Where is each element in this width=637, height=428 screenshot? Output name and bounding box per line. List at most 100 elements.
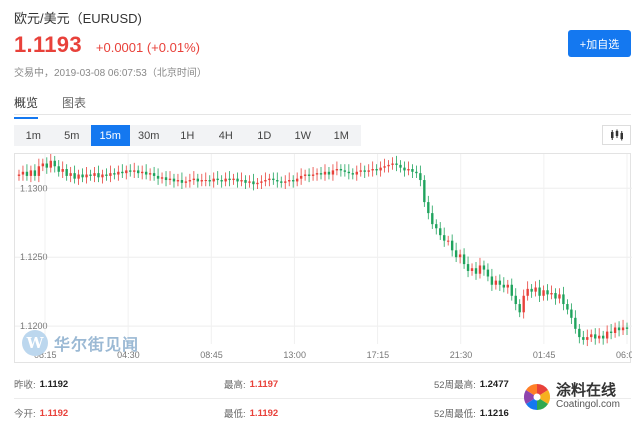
candle-body xyxy=(554,293,557,299)
candle-body xyxy=(216,178,219,181)
candle-body xyxy=(534,287,537,292)
add-watchlist-button[interactable]: +加自选 xyxy=(568,30,631,57)
candle-body xyxy=(391,163,394,165)
candle-body xyxy=(458,254,462,258)
candle-body xyxy=(232,178,235,181)
candle-body xyxy=(17,174,21,176)
candle-body xyxy=(180,180,184,183)
candle-body xyxy=(49,160,52,168)
candle-body xyxy=(617,327,621,331)
candle-body xyxy=(347,171,351,174)
candle-body xyxy=(423,180,426,203)
tab-chart[interactable]: 图表 xyxy=(62,94,86,119)
candle-body xyxy=(470,268,474,271)
candle-body xyxy=(148,173,152,175)
stat-label: 最高: xyxy=(224,380,246,391)
chart-type-button[interactable] xyxy=(602,125,631,145)
candle-body xyxy=(288,180,291,182)
candle-body xyxy=(97,173,100,178)
candle-body xyxy=(121,171,124,174)
candle-body xyxy=(609,331,613,333)
candle-body xyxy=(395,163,398,165)
period-selector: 1m 5m 15m 30m 1H 4H 1D 1W 1M xyxy=(14,125,361,146)
candle-body xyxy=(582,337,585,340)
candle-body xyxy=(200,180,203,182)
candle-body xyxy=(605,331,609,339)
candle-body xyxy=(311,174,315,176)
period-1h[interactable]: 1H xyxy=(168,125,207,146)
candle-body xyxy=(184,181,188,183)
candle-body xyxy=(586,337,589,340)
tab-overview[interactable]: 概览 xyxy=(14,94,39,119)
candle-body xyxy=(486,269,490,277)
candle-body xyxy=(590,334,593,338)
candle-body xyxy=(474,268,478,274)
candle-body xyxy=(25,171,29,176)
candle-body xyxy=(462,254,466,265)
candle-body xyxy=(129,170,132,172)
candle-body xyxy=(45,163,48,168)
candle-body xyxy=(327,171,331,175)
stat-label: 今开: xyxy=(14,409,36,420)
stat-label: 昨收: xyxy=(14,380,36,391)
candle-body xyxy=(494,280,498,285)
period-1d[interactable]: 1D xyxy=(245,125,284,146)
candle-body xyxy=(431,213,434,225)
candle-body xyxy=(69,173,72,176)
candle-body xyxy=(506,284,509,288)
candle-body xyxy=(379,167,382,171)
watermark: W 华尔街见闻 xyxy=(22,330,139,356)
candle-body xyxy=(522,295,525,313)
candle-body xyxy=(156,175,160,179)
candle-body xyxy=(323,171,327,175)
candle-body xyxy=(140,171,144,174)
period-15m[interactable]: 15m xyxy=(91,125,130,146)
candle-body xyxy=(343,170,347,172)
candle-body xyxy=(248,181,251,183)
period-1mo[interactable]: 1M xyxy=(322,125,361,146)
candle-body xyxy=(117,171,120,175)
period-4h[interactable]: 4H xyxy=(207,125,246,146)
candle-body xyxy=(208,180,211,182)
stat-label: 52周最高: xyxy=(434,380,476,391)
candle-body xyxy=(204,180,207,182)
x-tick-label: 21:30 xyxy=(450,350,473,360)
candle-body xyxy=(256,182,259,185)
candle-body xyxy=(514,295,517,305)
candle-body xyxy=(188,180,192,182)
candle-body xyxy=(443,235,446,241)
period-1w[interactable]: 1W xyxy=(284,125,323,146)
candle-body xyxy=(542,290,545,296)
price-row: 1.1193 +0.0001 (+0.01%) xyxy=(14,32,200,58)
candle-body xyxy=(268,178,271,181)
period-1m[interactable]: 1m xyxy=(14,125,53,146)
candle-body xyxy=(168,178,172,181)
candle-body xyxy=(252,181,255,185)
stat-high: 最高: 1.1197 xyxy=(224,377,434,392)
stat-value: 1.1192 xyxy=(39,378,69,390)
x-tick-label: 01:45 xyxy=(533,350,556,360)
candle-body xyxy=(144,171,148,175)
stat-value: 1.1192 xyxy=(249,407,279,419)
stat-value: 1.1216 xyxy=(479,407,509,419)
pinwheel-logo-icon xyxy=(523,383,551,411)
candle-body xyxy=(299,175,303,179)
candle-body xyxy=(518,304,521,313)
candle-body xyxy=(355,171,358,175)
stat-label: 52周最低: xyxy=(434,409,476,420)
candle-body xyxy=(260,181,263,183)
candle-body xyxy=(137,170,140,174)
period-5m[interactable]: 5m xyxy=(53,125,92,146)
site-logo: 涂料在线 Coatingol.com xyxy=(522,382,620,412)
candle-body xyxy=(403,167,406,171)
candle-body xyxy=(478,265,482,274)
candle-body xyxy=(164,177,168,181)
candle-body xyxy=(284,181,287,183)
y-tick-label: 1.1300 xyxy=(20,183,48,193)
candle-body xyxy=(192,178,196,181)
candle-body xyxy=(133,170,136,172)
candle-body xyxy=(109,173,112,176)
candle-body xyxy=(351,173,354,175)
period-30m[interactable]: 30m xyxy=(130,125,169,146)
candle-body xyxy=(319,173,323,175)
